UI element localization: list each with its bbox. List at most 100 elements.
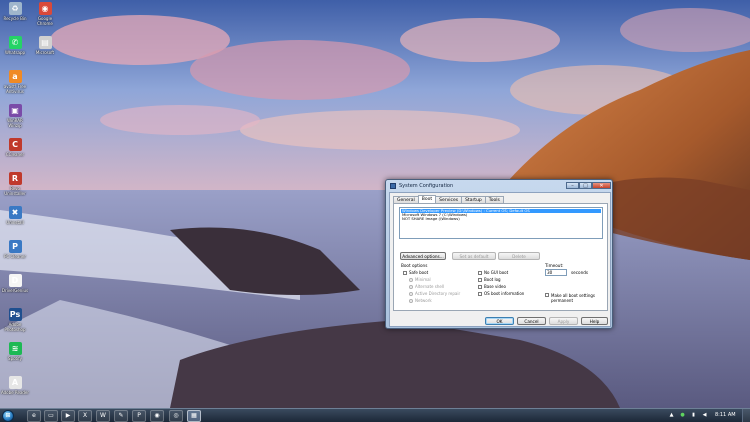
boot-os-list[interactable]: Windows Developer Preview (D:\Windows) :… xyxy=(399,207,603,239)
make-permanent-checkbox[interactable]: Make all boot settings permanent xyxy=(545,293,600,303)
os-boot-information-label: OS boot information xyxy=(484,291,525,296)
photoshop-icon[interactable]: P xyxy=(132,410,146,422)
tab-tools[interactable]: Tools xyxy=(484,196,504,203)
advanced-options-button[interactable]: Advanced options... xyxy=(400,252,446,260)
boot-log-label: Boot log xyxy=(484,277,501,282)
tab-boot[interactable]: Boot xyxy=(417,195,437,203)
cleaner-icon: P xyxy=(8,240,22,253)
checkbox-box xyxy=(478,270,482,275)
desktop-icon[interactable]: ▣ WinRAR Winzip xyxy=(0,104,30,128)
title-bar[interactable]: System Configuration – □ ✕ xyxy=(389,181,611,191)
no-gui-boot-checkbox[interactable]: No GUI boot xyxy=(478,270,508,275)
ie-icon[interactable]: e xyxy=(27,410,41,422)
no-gui-boot-label: No GUI boot xyxy=(484,270,509,275)
desktop-icon[interactable]: ♻ Recycle Bin xyxy=(0,2,30,21)
checkbox-box xyxy=(478,291,482,296)
active-directory-label: Active Directory repair xyxy=(415,291,461,296)
chrome-icon: ◉ xyxy=(38,2,52,15)
system-config-icon[interactable]: ▦ xyxy=(187,410,201,422)
safe-boot-label: Safe boot xyxy=(409,270,429,275)
desktop-icon[interactable]: ◉ Google Chrome xyxy=(30,2,60,26)
desktop-icon[interactable]: C CCleaner xyxy=(0,138,30,157)
whatsapp-icon: ✆ xyxy=(8,36,22,49)
radio-dot xyxy=(409,277,413,282)
show-desktop-button[interactable] xyxy=(742,409,750,422)
apply-button[interactable]: Apply xyxy=(549,317,578,325)
desktop-icon[interactable]: a avast! Free Antivirus xyxy=(0,70,30,94)
avast-icon: a xyxy=(8,70,22,83)
clock[interactable]: 8:11 AM xyxy=(715,412,736,418)
os-list-item[interactable]: NOT SHARE Image (\Windows) xyxy=(401,217,601,221)
minimal-label: Minimal xyxy=(415,277,431,282)
safe-boot-checkbox[interactable]: Safe boot xyxy=(403,270,428,275)
document-icon: ▤ xyxy=(38,36,52,49)
desktop-icon-label: Google Chrome xyxy=(37,16,53,26)
desktop-icon[interactable]: P PC Cleaner xyxy=(0,240,30,259)
tab-services[interactable]: Services xyxy=(435,196,463,203)
desktop-icon-label: CCleaner xyxy=(5,152,25,157)
base-video-label: Base video xyxy=(484,284,506,289)
set-as-default-button[interactable]: Set as default xyxy=(452,252,496,260)
radio-dot xyxy=(409,298,413,303)
desktop-icon-label: avast! Free Antivirus xyxy=(3,84,27,94)
seconds-label: seconds xyxy=(571,270,589,275)
network-icon[interactable]: ▲ xyxy=(668,412,675,419)
antivirus-tray-icon[interactable]: ● xyxy=(679,412,686,419)
desktop-icon-label: Adobe Reader xyxy=(0,390,30,395)
chrome-icon[interactable]: ◉ xyxy=(150,410,164,422)
base-video-checkbox[interactable]: Base video xyxy=(478,284,506,289)
close-button[interactable]: ✕ xyxy=(592,182,611,189)
network-radio[interactable]: Network xyxy=(409,298,432,303)
boot-options-label: Boot options xyxy=(401,263,428,268)
signal-icon[interactable]: ▮ xyxy=(690,412,697,419)
firefox-icon[interactable]: ◎ xyxy=(169,410,183,422)
excel-icon[interactable]: X xyxy=(78,410,92,422)
alternate-shell-radio[interactable]: Alternate shell xyxy=(409,284,444,289)
minimal-radio[interactable]: Minimal xyxy=(409,277,431,282)
explorer-icon[interactable]: ▭ xyxy=(44,410,58,422)
ok-button[interactable]: OK xyxy=(485,317,514,325)
minimize-button[interactable]: – xyxy=(566,182,579,189)
tab-general[interactable]: General xyxy=(393,196,419,203)
desktop-icon[interactable]: ✖ Uninstall xyxy=(0,206,30,225)
desktop-icon-label: Microsoft xyxy=(35,50,55,55)
desktop-icon-label: Whatsapp xyxy=(4,50,26,55)
volume-icon[interactable]: ◀ xyxy=(701,412,708,419)
active-directory-repair-radio[interactable]: Active Directory repair xyxy=(409,291,460,296)
desktop-icon[interactable]: ✆ Whatsapp xyxy=(0,36,30,55)
desktop-icon-label: Spotify xyxy=(8,356,22,361)
pdf-icon: A xyxy=(8,376,22,389)
desktop-icon[interactable]: Ps Adobe Photoshop xyxy=(0,308,30,332)
desktop-icon[interactable]: D DriverGenius xyxy=(0,274,30,293)
desktop-icon-label: WinRAR Winzip xyxy=(7,118,23,128)
checkbox-box xyxy=(478,277,482,282)
desktop-icon-label: DriverGenius xyxy=(1,288,29,293)
ccleaner-icon: C xyxy=(8,138,22,151)
word-icon[interactable]: W xyxy=(96,410,110,422)
desktop-icon-label: Recycle Bin xyxy=(3,16,27,21)
start-button[interactable]: ⊞ xyxy=(2,410,14,422)
desktop-icon[interactable]: ≋ Spotify xyxy=(0,342,30,361)
desktop-icon[interactable]: ▤ Microsoft xyxy=(30,36,60,55)
maximize-button[interactable]: □ xyxy=(579,182,592,189)
desktop-icon[interactable]: R Revo Uninstaller xyxy=(0,172,30,196)
delete-button[interactable]: Delete xyxy=(498,252,540,260)
help-button[interactable]: Help xyxy=(581,317,608,325)
desktop-icon-label: Adobe Photoshop xyxy=(4,322,26,332)
boot-log-checkbox[interactable]: Boot log xyxy=(478,277,501,282)
desktop-icon-label: Revo Uninstaller xyxy=(4,186,26,196)
driver-icon: D xyxy=(8,274,22,287)
cancel-button[interactable]: Cancel xyxy=(517,317,546,325)
timeout-input[interactable]: 30 xyxy=(545,269,567,276)
tab-startup[interactable]: Startup xyxy=(461,196,486,203)
desktop-icon[interactable]: A Adobe Reader xyxy=(0,376,30,395)
archive-icon: ▣ xyxy=(8,104,22,117)
tab-strip: General Boot Services Startup Tools xyxy=(393,195,504,203)
radio-dot xyxy=(409,291,413,296)
media-player-icon[interactable]: ▶ xyxy=(61,410,75,422)
checkbox-box xyxy=(545,293,549,297)
recycle-bin-icon: ♻ xyxy=(8,2,22,15)
make-permanent-label: Make all boot settings permanent xyxy=(551,293,595,303)
os-boot-information-checkbox[interactable]: OS boot information xyxy=(478,291,524,296)
paint-icon[interactable]: ✎ xyxy=(114,410,128,422)
